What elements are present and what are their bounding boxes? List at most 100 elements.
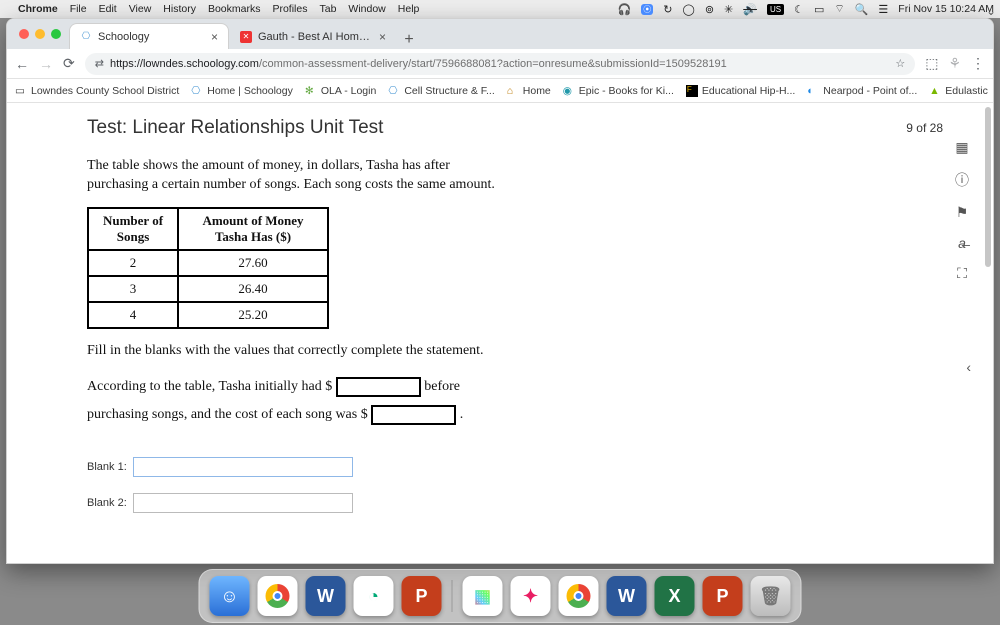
bookmark-epic[interactable]: ◉ Epic - Books for Ki...: [563, 85, 674, 97]
bookmark-label: Educational Hip-H...: [702, 85, 795, 97]
data-table: Number of Songs Amount of Money Tasha Ha…: [87, 207, 329, 329]
spotlight-icon[interactable]: 🔍: [855, 3, 869, 16]
menu-bookmarks[interactable]: Bookmarks: [208, 3, 261, 15]
text-format-icon[interactable]: a̶: [958, 235, 966, 251]
favicon-icon: ◉: [563, 85, 575, 97]
fullscreen-icon[interactable]: ⛶: [957, 265, 967, 282]
tab-title: Schoology: [98, 31, 205, 43]
bookmark-lowndes[interactable]: ▭Lowndes County School District: [15, 85, 179, 97]
table-row: 326.40: [88, 276, 328, 302]
question-counter: 9 of 28: [906, 121, 943, 135]
bookmark-label: Nearpod - Point of...: [823, 85, 917, 97]
display-icon[interactable]: ▭: [814, 3, 824, 16]
blank1-label: Blank 1:: [87, 461, 127, 473]
favicon-icon: ⎔: [388, 85, 400, 97]
dock-powerpoint[interactable]: P: [402, 576, 442, 616]
site-info-icon[interactable]: ⇄: [95, 57, 104, 70]
bookmark-label: Epic - Books for Ki...: [579, 85, 674, 97]
dock-launchpad[interactable]: ▦: [463, 576, 503, 616]
dock-finder[interactable]: ☺: [210, 576, 250, 616]
dock-trash[interactable]: 🗑: [751, 576, 791, 616]
headphones-icon[interactable]: 🎧: [618, 3, 632, 16]
control-center-icon[interactable]: ☰: [878, 3, 888, 16]
reload-button[interactable]: ⟳: [63, 55, 75, 72]
tab-gauth[interactable]: ✕ Gauth - Best AI Homework H… ×: [229, 23, 397, 49]
bookmark-schoology[interactable]: ⎔ Home | Schoology: [191, 85, 293, 97]
bookmark-hiphop[interactable]: FEducational Hip-H...: [686, 85, 795, 97]
collapse-panel-button[interactable]: ‹: [966, 359, 971, 375]
window-close-button[interactable]: [19, 29, 29, 39]
tab-close-button[interactable]: ×: [211, 30, 218, 44]
dock-word-2[interactable]: W: [607, 576, 647, 616]
tab-schoology[interactable]: ⎔ Schoology ×: [69, 23, 229, 49]
chrome-menu-icon[interactable]: ⋮: [971, 55, 985, 72]
mute-icon[interactable]: 🔊: [743, 3, 757, 16]
refresh-icon[interactable]: ↻: [663, 3, 672, 16]
bookmark-label: Home | Schoology: [207, 85, 293, 97]
dock-activity[interactable]: ◔: [354, 576, 394, 616]
menu-window[interactable]: Window: [348, 3, 385, 15]
moon-icon[interactable]: ☾: [794, 3, 804, 16]
menu-file[interactable]: File: [70, 3, 87, 15]
bookmark-star-icon[interactable]: ☆: [895, 57, 905, 70]
browser-toolbar: ← → ⟳ ⇄ https://lowndes.schoology.com/co…: [7, 49, 993, 79]
cell-money: 26.40: [178, 276, 328, 302]
forward-button[interactable]: →: [39, 56, 53, 72]
bookmark-edulastic[interactable]: ▲Edulastic: [929, 85, 988, 97]
menu-tab[interactable]: Tab: [319, 3, 336, 15]
sentence-part: According to the table, Tasha initially …: [87, 379, 336, 394]
new-tab-button[interactable]: +: [397, 31, 421, 49]
flag-icon[interactable]: ⚑: [956, 204, 969, 221]
input-locale[interactable]: US: [767, 4, 784, 15]
dock-app-pink[interactable]: ✦: [511, 576, 551, 616]
sentence-part: .: [456, 407, 463, 422]
menu-view[interactable]: View: [129, 3, 152, 15]
scrollbar[interactable]: [985, 107, 991, 267]
blank2-input[interactable]: [133, 493, 353, 513]
favicon-icon: ⎔: [191, 85, 203, 97]
dock-word[interactable]: W: [306, 576, 346, 616]
dock-chrome-2[interactable]: [559, 576, 599, 616]
assessment-toolbar: ▦ ⓘ ⚑ a̶ ⛶ ‹: [955, 139, 969, 282]
tab-title: Gauth - Best AI Homework H…: [258, 31, 373, 43]
table-row: 227.60: [88, 250, 328, 276]
circle-icon[interactable]: ◯: [683, 3, 695, 16]
bookmark-nearpod[interactable]: ◐ Nearpod - Point of...: [807, 85, 917, 97]
favicon-icon: ✻: [305, 85, 317, 97]
favicon-icon: ⌂: [507, 85, 519, 97]
back-button[interactable]: ←: [15, 56, 29, 72]
dock-excel[interactable]: X: [655, 576, 695, 616]
zoom-status-icon[interactable]: ⦿: [641, 4, 653, 15]
folder-icon: ▭: [15, 85, 27, 97]
tab-close-button[interactable]: ×: [379, 30, 386, 44]
menu-edit[interactable]: Edit: [99, 3, 117, 15]
wifi-icon[interactable]: ⌔: [834, 2, 844, 16]
favicon-icon: ◐: [807, 85, 819, 97]
omnibox[interactable]: ⇄ https://lowndes.schoology.com/common-a…: [85, 53, 915, 75]
menu-profiles[interactable]: Profiles: [272, 3, 307, 15]
blank2-label: Blank 2:: [87, 497, 127, 509]
window-minimize-button[interactable]: [35, 29, 45, 39]
window-controls: [13, 19, 69, 49]
menubar-app-name[interactable]: Chrome: [18, 3, 58, 15]
blank1-input[interactable]: [133, 457, 353, 477]
omnibox-path: /common-assessment-delivery/start/759668…: [259, 58, 727, 70]
extensions-icon[interactable]: ⬚: [925, 55, 938, 72]
bookmark-cell[interactable]: ⎔Cell Structure & F...: [388, 85, 494, 97]
profile-icon[interactable]: ⚘: [948, 55, 961, 72]
accessibility-icon[interactable]: ⓘ: [955, 170, 969, 190]
window-zoom-button[interactable]: [51, 29, 61, 39]
sentence-part: purchasing songs, and the cost of each s…: [87, 407, 371, 422]
menu-help[interactable]: Help: [398, 3, 420, 15]
share-icon[interactable]: ✳︎: [724, 3, 733, 16]
menu-history[interactable]: History: [163, 3, 196, 15]
dock-chrome[interactable]: [258, 576, 298, 616]
dock-powerpoint-2[interactable]: P: [703, 576, 743, 616]
calculator-icon[interactable]: ▦: [955, 139, 968, 156]
menubar-clock[interactable]: Fri Nov 15 10:24 AM: [898, 3, 994, 15]
bookmark-home[interactable]: ⌂Home: [507, 85, 551, 97]
omnibox-url: https://lowndes.schoology.com/common-ass…: [110, 58, 889, 70]
target-icon[interactable]: ⊚: [705, 3, 714, 16]
bookmark-ola[interactable]: ✻OLA - Login: [305, 85, 376, 97]
test-title: Test: Linear Relationships Unit Test: [87, 117, 383, 139]
